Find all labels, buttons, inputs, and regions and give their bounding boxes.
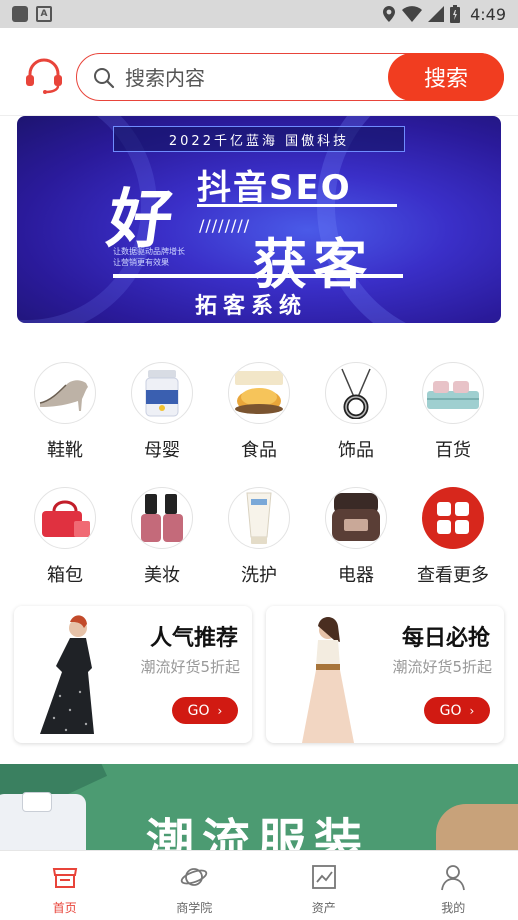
banner-system-text: 拓客系统 (195, 294, 308, 319)
search-button[interactable]: 搜索 (388, 53, 504, 101)
category-label: 洗护 (241, 565, 277, 586)
banner-seo-text: 抖音SEO (197, 168, 352, 208)
search-header: 搜索 (0, 28, 518, 116)
battery-icon (450, 5, 461, 23)
search-icon (94, 68, 115, 89)
go-button[interactable]: GO › (424, 697, 490, 724)
coat-image (436, 804, 518, 854)
go-label: GO (439, 702, 462, 719)
rice-cooker-icon (325, 487, 387, 549)
chevron-right-icon: › (469, 703, 475, 718)
category-label: 饰品 (338, 440, 374, 461)
tab-label: 我的 (441, 901, 466, 915)
heel-shoe-icon (34, 362, 96, 424)
category-item-appliances[interactable]: 电器 (308, 487, 404, 612)
app-notification-icon: A (36, 6, 52, 22)
promo-banner[interactable]: 2022千亿蓝海 国傲科技 好 抖音SEO //////// 让数据驱动品牌增长… (17, 116, 501, 323)
category-item-general[interactable]: 百货 (405, 362, 501, 487)
tab-label: 资产 (311, 901, 336, 915)
category-item-food[interactable]: 食品 (211, 362, 307, 487)
nail-polish-icon (131, 487, 193, 549)
category-item-beauty[interactable]: 美妆 (114, 487, 210, 612)
home-store-icon (52, 868, 77, 888)
banner-small-line: 让数据驱动品牌增长 (113, 247, 185, 256)
notification-icon (12, 6, 28, 22)
search-input[interactable] (125, 64, 375, 92)
customer-service-icon[interactable] (24, 58, 64, 94)
promo-card-daily[interactable]: 每日必抢 潮流好货5折起 GO › (266, 606, 504, 743)
tab-label: 首页 (52, 901, 77, 915)
fashion-banner-text: 潮流服装 (146, 814, 371, 854)
tab-label: 商学院 (176, 901, 213, 915)
category-item-accessories[interactable]: 饰品 (308, 362, 404, 487)
banner-divider (197, 204, 397, 207)
promo-subtitle: 潮流好货5折起 (140, 658, 240, 676)
category-item-shoes[interactable]: 鞋靴 (17, 362, 113, 487)
shirt-collar (22, 792, 52, 812)
handbag-icon (34, 487, 96, 549)
category-label: 母婴 (144, 440, 180, 461)
wifi-icon (402, 6, 423, 22)
model-skirt-image (302, 617, 354, 743)
clock: 4:49 (470, 4, 506, 24)
promo-title: 每日必抢 (401, 626, 490, 651)
milk-powder-icon (131, 362, 193, 424)
status-bar: A 4:49 (0, 0, 518, 28)
chevron-right-icon: › (217, 703, 223, 718)
category-item-more[interactable]: 查看更多 (405, 487, 501, 612)
user-icon (441, 865, 466, 891)
tab-profile[interactable]: 我的 (389, 851, 518, 920)
lotion-tube-icon (228, 487, 290, 549)
tab-assets[interactable]: 资产 (259, 851, 389, 920)
promo-title: 人气推荐 (149, 626, 238, 651)
category-label: 查看更多 (417, 565, 489, 586)
promo-card-popular[interactable]: 人气推荐 潮流好货5折起 GO › (14, 606, 252, 743)
signal-icon (428, 6, 445, 22)
banner-small-text: 让数据驱动品牌增长 让营销更有效果 (113, 246, 185, 268)
banner-small-line: 让营销更有效果 (113, 258, 169, 267)
grid-more-icon (422, 487, 484, 549)
category-grid: 鞋靴 母婴 食品 饰品 百货 箱包 美妆 洗护 电器 查看更多 (17, 362, 501, 612)
category-item-baby[interactable]: 母婴 (114, 362, 210, 487)
pastry-icon (228, 362, 290, 424)
banner-slashes: //////// (199, 216, 251, 235)
planet-icon (181, 868, 208, 886)
location-icon (383, 6, 396, 22)
go-label: GO (187, 702, 210, 719)
category-item-bags[interactable]: 箱包 (17, 487, 113, 612)
home-page: A 4:49 搜索 2022千亿蓝海 国傲科技 好 抖音SEO (0, 0, 518, 920)
category-label: 电器 (338, 565, 374, 586)
fashion-banner[interactable]: 潮流服装 (0, 764, 518, 854)
model-dress-image (40, 615, 94, 734)
banner-divider (113, 274, 403, 278)
category-label: 百货 (435, 440, 471, 461)
necklace-icon (325, 362, 387, 424)
bottom-tab-bar: 首页 商学院 资产 我的 (0, 850, 518, 920)
category-label: 箱包 (47, 565, 83, 586)
category-label: 美妆 (144, 565, 180, 586)
category-label: 鞋靴 (47, 440, 83, 461)
bedding-icon (422, 362, 484, 424)
category-item-care[interactable]: 洗护 (211, 487, 307, 612)
tab-home[interactable]: 首页 (0, 851, 130, 920)
chart-icon (311, 865, 336, 889)
promo-subtitle: 潮流好货5折起 (392, 658, 492, 676)
search-bar: 搜索 (76, 53, 504, 101)
go-button[interactable]: GO › (172, 697, 238, 724)
category-label: 食品 (241, 440, 277, 461)
banner-top-text: 2022千亿蓝海 国傲科技 (113, 126, 405, 152)
tab-academy[interactable]: 商学院 (130, 851, 260, 920)
